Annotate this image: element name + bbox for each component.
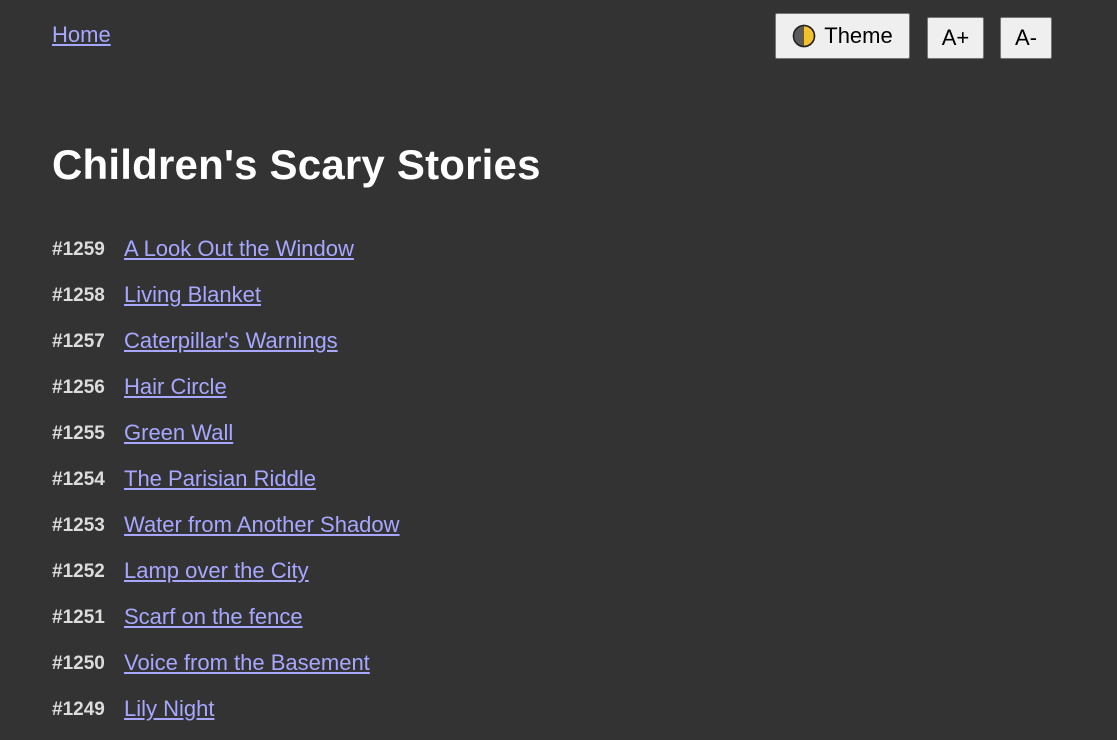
list-item: #1250 Voice from the Basement	[52, 648, 400, 694]
story-number: #1251	[52, 607, 105, 628]
toolbar: Theme A+ A-	[775, 13, 1052, 59]
story-number: #1259	[52, 239, 105, 260]
list-item: #1257 Caterpillar's Warnings	[52, 326, 400, 372]
story-number: #1252	[52, 561, 105, 582]
story-link[interactable]: Voice from the Basement	[124, 648, 370, 676]
half-moon-icon	[792, 24, 816, 48]
story-link[interactable]: Lily Night	[124, 694, 214, 722]
story-number: #1255	[52, 423, 105, 444]
story-number: #1253	[52, 515, 105, 536]
story-link[interactable]: Caterpillar's Warnings	[124, 326, 338, 354]
story-list: #1259 A Look Out the Window #1258 Living…	[52, 234, 400, 740]
story-number: #1254	[52, 469, 105, 490]
list-item: #1256 Hair Circle	[52, 372, 400, 418]
list-item: #1249 Lily Night	[52, 694, 400, 740]
story-number: #1250	[52, 653, 105, 674]
theme-button[interactable]: Theme	[775, 13, 910, 59]
home-link[interactable]: Home	[52, 22, 111, 48]
list-item: #1258 Living Blanket	[52, 280, 400, 326]
story-number: #1258	[52, 285, 105, 306]
theme-button-label: Theme	[824, 23, 893, 48]
list-item: #1252 Lamp over the City	[52, 556, 400, 602]
story-link[interactable]: Hair Circle	[124, 372, 227, 400]
list-item: #1255 Green Wall	[52, 418, 400, 464]
story-link[interactable]: The Parisian Riddle	[124, 464, 316, 492]
page-title: Children's Scary Stories	[52, 141, 541, 188]
font-increase-button[interactable]: A+	[927, 17, 984, 59]
story-number: #1256	[52, 377, 105, 398]
story-link[interactable]: Water from Another Shadow	[124, 510, 400, 538]
story-link[interactable]: Living Blanket	[124, 280, 261, 308]
list-item: #1251 Scarf on the fence	[52, 602, 400, 648]
font-decrease-button[interactable]: A-	[1000, 17, 1052, 59]
list-item: #1254 The Parisian Riddle	[52, 464, 400, 510]
story-number: #1257	[52, 331, 105, 352]
story-link[interactable]: Lamp over the City	[124, 556, 309, 584]
list-item: #1259 A Look Out the Window	[52, 234, 400, 280]
story-link[interactable]: A Look Out the Window	[124, 234, 354, 262]
story-link[interactable]: Green Wall	[124, 418, 233, 446]
story-number: #1249	[52, 699, 105, 720]
story-link[interactable]: Scarf on the fence	[124, 602, 303, 630]
list-item: #1253 Water from Another Shadow	[52, 510, 400, 556]
